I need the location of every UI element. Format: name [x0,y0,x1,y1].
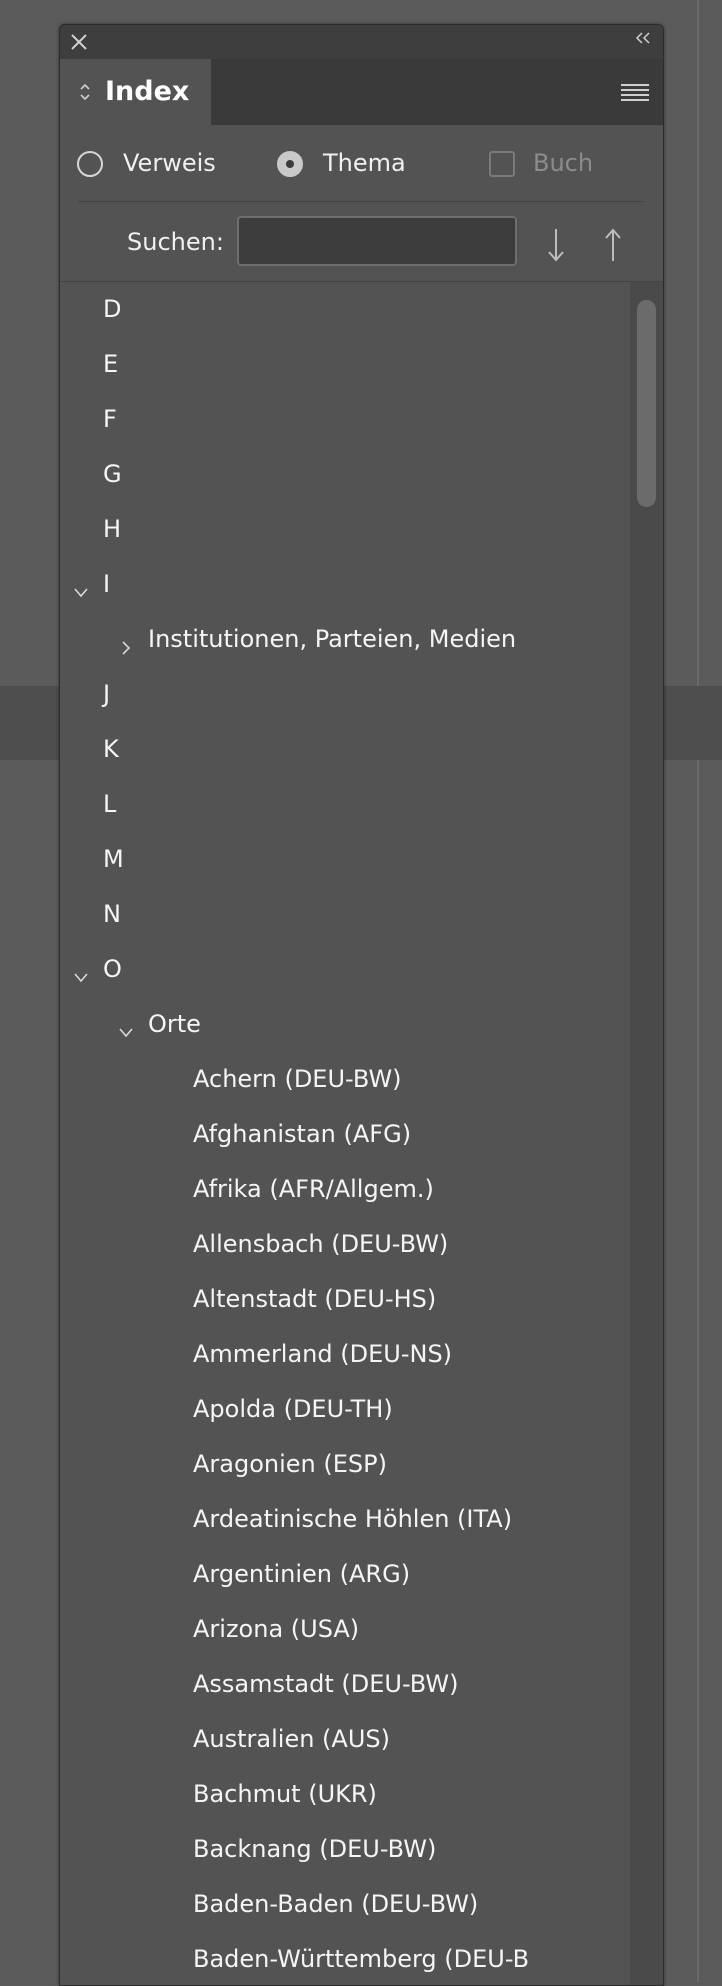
document-frame-edge [697,760,699,1982]
index-entry[interactable]: Arizona (USA) [60,1602,630,1657]
tab-label: Index [105,76,190,107]
index-entry[interactable]: Bachmut (UKR) [60,1767,630,1822]
divider [78,201,643,202]
index-entry-label: Apolda (DEU-TH) [193,1395,393,1423]
index-entry-label: G [103,460,122,488]
index-entry[interactable]: Afrika (AFR/Allgem.) [60,1162,630,1217]
index-entry[interactable]: Aragonien (ESP) [60,1437,630,1492]
index-entry-label: Argentinien (ARG) [193,1560,411,1588]
index-entry-label: D [103,295,122,323]
index-entry[interactable]: O [60,942,630,997]
index-entry-label: Achern (DEU-BW) [193,1065,402,1093]
index-entry-label: Altenstadt (DEU-HS) [193,1285,437,1313]
tab-index[interactable]: Index [60,59,211,125]
index-entry[interactable]: Baden-Baden (DEU-BW) [60,1877,630,1932]
index-entry-label: K [103,735,119,763]
index-entry-label: Aragonien (ESP) [193,1450,387,1478]
index-entry[interactable]: G [60,447,630,502]
chevron-right-icon[interactable] [118,633,134,655]
radio-thema[interactable] [277,151,303,177]
radio-verweis-label[interactable]: Verweis [123,149,216,177]
index-entry[interactable]: Achern (DEU-BW) [60,1052,630,1107]
index-entry-label: Ardeatinische Höhlen (ITA) [193,1505,513,1533]
index-entry-label: H [103,515,122,543]
index-entry[interactable]: J [60,667,630,722]
index-entry[interactable]: E [60,337,630,392]
index-entry-label: Ammerland (DEU-NS) [193,1340,453,1368]
index-entry[interactable]: Afghanistan (AFG) [60,1107,630,1162]
book-checkbox[interactable] [489,151,515,177]
index-entry[interactable]: Australien (AUS) [60,1712,630,1767]
index-entry[interactable]: D [60,282,630,337]
index-entry-label: Assamstadt (DEU-BW) [193,1670,459,1698]
index-entry-label: Arizona (USA) [193,1615,360,1643]
index-entry[interactable]: H [60,502,630,557]
tab-reorder-icon [80,81,90,103]
index-entry[interactable]: Argentinien (ARG) [60,1547,630,1602]
search-label: Suchen: [127,228,224,256]
index-entry-label: Institutionen, Parteien, Medien [148,625,517,653]
collapse-panel-icon[interactable] [635,32,651,48]
index-entry[interactable]: N [60,887,630,942]
index-entry-label: Bachmut (UKR) [193,1780,377,1808]
scrollbar[interactable] [630,282,663,1985]
chevron-down-icon[interactable] [73,578,89,598]
index-entry-label: E [103,350,119,378]
index-topic-list[interactable]: D E F G H I Institutionen, Parteien, Medien J K L… [60,282,630,1985]
index-entry[interactable]: Assamstadt (DEU-BW) [60,1657,630,1712]
index-entry[interactable]: M [60,832,630,887]
find-previous-arrow-icon[interactable] [601,225,625,265]
index-entry[interactable]: Altenstadt (DEU-HS) [60,1272,630,1327]
index-entry[interactable]: Baden-Württemberg (DEU-B [60,1932,630,1985]
index-entry-label: Australien (AUS) [193,1725,391,1753]
chevron-down-icon[interactable] [73,963,89,983]
find-next-arrow-icon[interactable] [544,225,568,265]
index-panel: Index Verweis Thema Buch Suchen: DEFGHI I… [59,24,664,1986]
document-frame-edge [697,0,699,686]
index-entry[interactable]: I [60,557,630,612]
close-icon[interactable] [68,31,90,53]
index-entry[interactable]: Orte [60,997,630,1052]
index-entry[interactable]: Institutionen, Parteien, Medien [60,612,630,667]
index-entry[interactable]: Ammerland (DEU-NS) [60,1327,630,1382]
index-entry[interactable]: F [60,392,630,447]
index-entry-label: F [103,405,117,433]
index-entry[interactable]: Apolda (DEU-TH) [60,1382,630,1437]
index-entry-label: O [103,955,122,983]
radio-thema-label[interactable]: Thema [323,149,406,177]
search-input[interactable] [237,216,517,266]
panel-menu-icon[interactable] [621,84,649,102]
index-entry-label: Afghanistan (AFG) [193,1120,412,1148]
index-entry[interactable]: L [60,777,630,832]
index-entry[interactable]: Ardeatinische Höhlen (ITA) [60,1492,630,1547]
index-entry[interactable]: Backnang (DEU-BW) [60,1822,630,1877]
index-entry-label: M [103,845,124,873]
index-entry-label: J [103,680,111,708]
book-checkbox-label: Buch [533,149,594,177]
index-entry[interactable]: K [60,722,630,777]
index-entry-label: Baden-Baden (DEU-BW) [193,1890,479,1918]
index-entry-label: N [103,900,121,928]
chevron-down-icon[interactable] [118,1018,134,1038]
scroll-thumb[interactable] [637,300,656,507]
index-entry-label: Orte [148,1010,201,1038]
index-entry-label: Afrika (AFR/Allgem.) [193,1175,434,1203]
index-entry-label: Allensbach (DEU-BW) [193,1230,449,1258]
index-entry[interactable]: Allensbach (DEU-BW) [60,1217,630,1272]
panel-titlebar[interactable] [60,25,663,59]
radio-verweis[interactable] [77,151,103,177]
index-entry-label: Backnang (DEU-BW) [193,1835,437,1863]
panel-tabbar: Index [60,59,663,125]
index-entry-label: L [103,790,117,818]
index-entry-label: I [103,570,111,598]
index-entry-label: Baden-Württemberg (DEU-B [193,1945,530,1973]
